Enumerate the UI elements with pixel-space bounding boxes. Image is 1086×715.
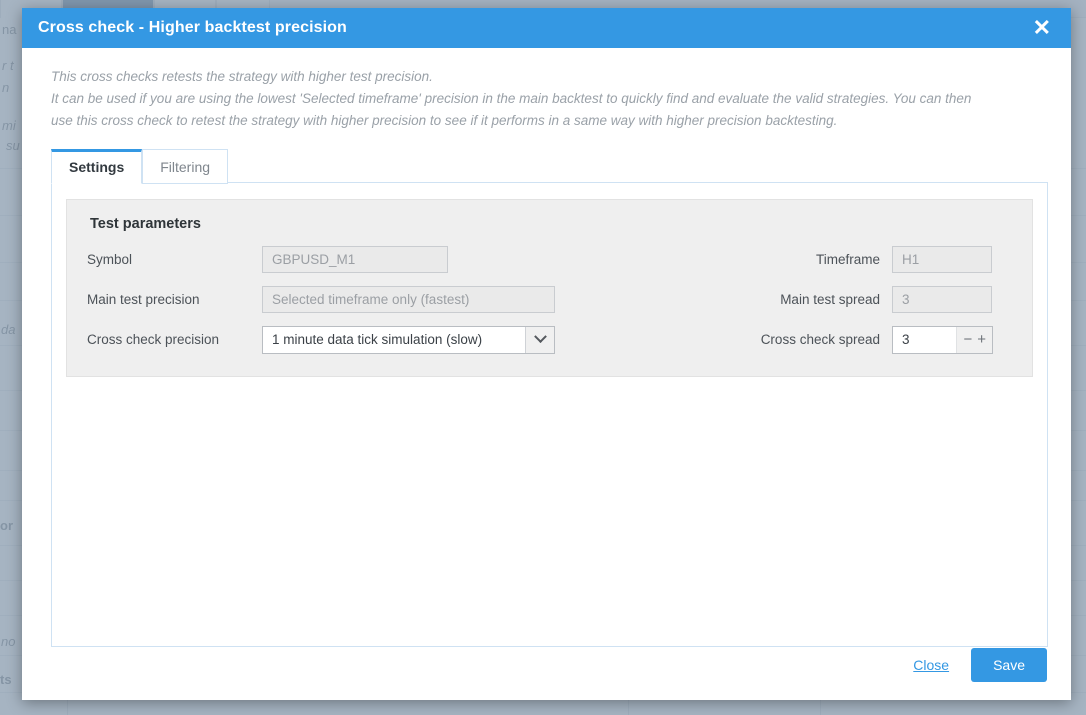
label-cross-check-spread: Cross check spread — [760, 332, 880, 348]
dialog-title: Cross check - Higher backtest precision — [38, 19, 347, 36]
cross-check-dialog: Cross check - Higher backtest precision … — [22, 8, 1071, 700]
main-test-spread-field: 3 — [892, 285, 992, 313]
dialog-tabs: Settings Filtering — [51, 148, 1049, 184]
test-parameters-title: Test parameters — [90, 215, 201, 232]
cross-check-spread-input[interactable] — [893, 331, 957, 349]
label-cross-check-precision: Cross check precision — [87, 332, 220, 348]
symbol-field: GBPUSD_M1 — [262, 245, 448, 273]
label-symbol: Symbol — [87, 251, 133, 267]
save-button[interactable]: Save — [971, 648, 1047, 682]
cross-check-precision-value: 1 minute data tick simulation (slow) — [272, 332, 483, 348]
label-timeframe: Timeframe — [815, 251, 880, 267]
description-line-2: It can be used if you are using the lowe… — [51, 90, 972, 106]
dialog-header: Cross check - Higher backtest precision … — [22, 8, 1071, 48]
chevron-down-icon[interactable] — [525, 326, 554, 353]
cross-check-precision-select[interactable]: 1 minute data tick simulation (slow) — [262, 325, 555, 354]
label-main-test-spread: Main test spread — [780, 291, 880, 307]
test-parameters-grid: Symbol GBPUSD_M1 Timeframe H1 Main test … — [87, 245, 1012, 354]
dialog-description: This cross checks retests the strategy w… — [51, 66, 1049, 132]
close-link[interactable]: Close — [913, 657, 949, 673]
main-test-precision-field: Selected timeframe only (fastest) — [262, 285, 555, 313]
description-line-1: This cross checks retests the strategy w… — [51, 69, 433, 84]
close-icon[interactable]: ✕ — [1029, 15, 1055, 41]
dialog-footer: Close Save — [22, 648, 1071, 700]
tab-filtering[interactable]: Filtering — [142, 148, 229, 184]
tab-settings[interactable]: Settings — [51, 148, 143, 184]
test-parameters-panel: Test parameters Symbol GBPUSD_M1 Timefra… — [66, 198, 1033, 377]
label-main-test-precision: Main test precision — [87, 291, 200, 307]
dialog-body: This cross checks retests the strategy w… — [22, 48, 1071, 648]
stepper-minus-icon[interactable]: − — [963, 332, 972, 347]
settings-tab-panel: Test parameters Symbol GBPUSD_M1 Timefra… — [51, 181, 1048, 647]
timeframe-field: H1 — [892, 245, 992, 273]
description-line-3: use this cross check to retest the strat… — [51, 112, 838, 128]
cross-check-spread-stepper[interactable]: − + — [892, 325, 993, 354]
stepper-plus-icon[interactable]: + — [977, 332, 986, 347]
stepper-buttons: − + — [956, 326, 992, 353]
